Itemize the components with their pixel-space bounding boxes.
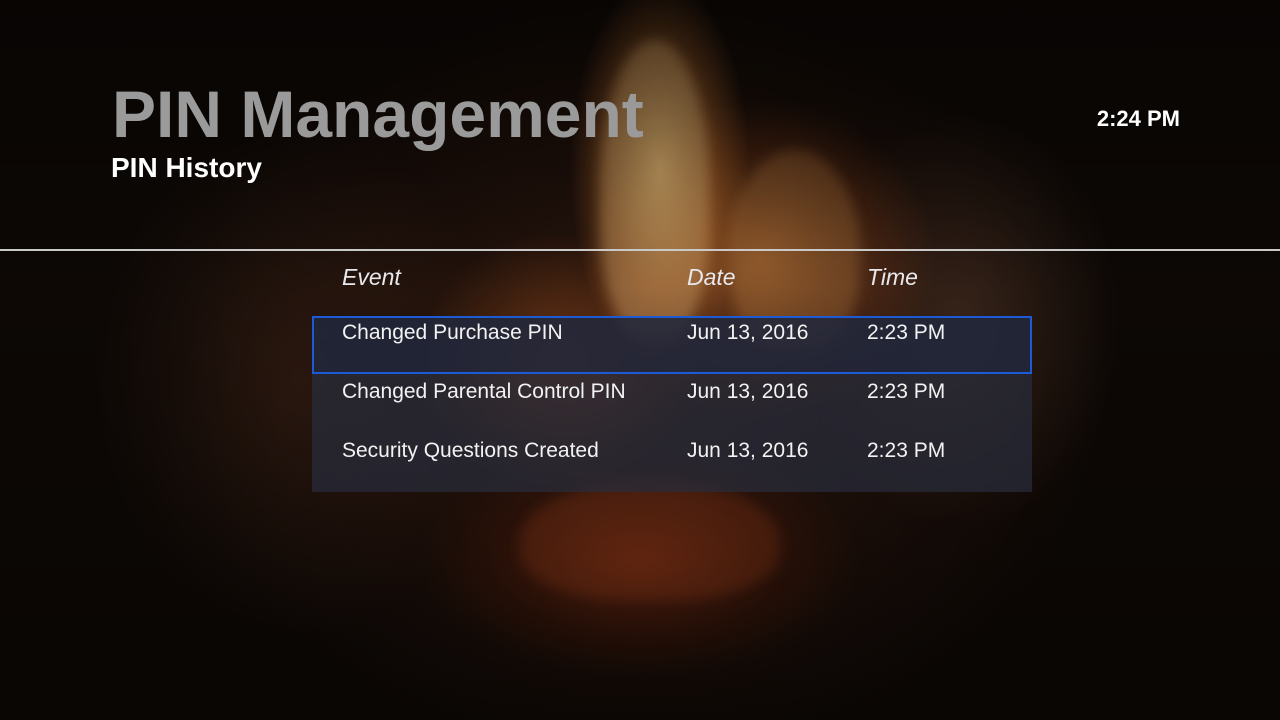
row-event: Security Questions Created [342,439,599,462]
row-time: 2:23 PM [867,439,946,462]
table-row[interactable]: Changed Parental Control PIN Jun 13, 201… [312,375,1032,433]
row-date: Jun 13, 2016 [687,380,809,403]
column-header-time: Time [867,264,918,290]
row-event: Changed Parental Control PIN [342,380,626,403]
page-title: PIN Management [112,77,644,151]
row-date: Jun 13, 2016 [687,321,809,344]
row-event: Changed Purchase PIN [342,321,563,344]
row-date: Jun 13, 2016 [687,439,809,462]
clock: 2:24 PM [1096,106,1180,131]
row-time: 2:23 PM [867,380,946,403]
row-time: 2:23 PM [867,321,946,344]
pin-management-screen: PIN Management PIN History 2:24 PM Event… [0,0,1280,720]
header-divider [0,249,1280,251]
column-header-date: Date [687,264,736,290]
pin-history-table: Event Date Time Changed Purchase PIN Jun… [312,258,1032,492]
table-body: Changed Purchase PIN Jun 13, 2016 2:23 P… [312,316,1032,492]
table-header: Event Date Time [312,258,1032,298]
table-row[interactable]: Changed Purchase PIN Jun 13, 2016 2:23 P… [312,316,1032,374]
table-row[interactable]: Security Questions Created Jun 13, 2016 … [312,434,1032,492]
page-subtitle: PIN History [111,152,262,183]
column-header-event: Event [342,264,401,290]
